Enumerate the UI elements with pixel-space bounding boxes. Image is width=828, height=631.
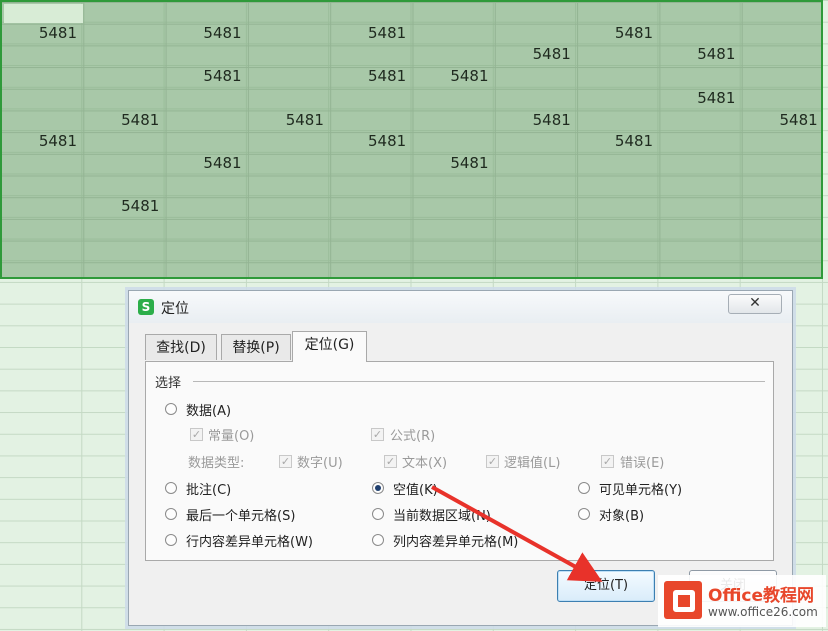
radio-object[interactable] [578,508,590,520]
label-row-diff[interactable]: 行内容差异单元格(W) [186,531,313,550]
radio-row-diff[interactable] [165,534,177,546]
label-comment[interactable]: 批注(C) [186,479,231,498]
radio-col-diff[interactable] [372,534,384,546]
cell-value[interactable]: 5481 [659,88,735,109]
label-formula: 公式(R) [390,429,436,444]
active-cell[interactable] [4,4,83,23]
group-divider [193,381,765,382]
label-number: 数字(U) [297,456,343,471]
goto-panel: 选择 数据(A) ✓ 常量(O) ✓ 公式(R) 数据类型: ✓ 数字(U) ✓… [145,361,774,561]
cell-value[interactable]: 5481 [330,66,406,87]
app-icon: S [138,299,154,315]
cell-value[interactable]: 5481 [248,110,324,131]
selected-range[interactable] [0,0,823,279]
label-constant: 常量(O) [208,429,255,444]
radio-blank[interactable] [372,482,384,494]
close-icon[interactable]: ✕ [728,294,782,314]
cell-value[interactable]: 5481 [83,110,159,131]
label-data-type: 数据类型: [188,456,245,471]
label-visible-cells[interactable]: 可见单元格(Y) [599,479,682,498]
dialog-titlebar[interactable]: S 定位 ✕ [129,291,792,323]
label-blank[interactable]: 空值(K) [393,479,438,498]
cell-value[interactable]: 5481 [413,66,488,87]
cell-value[interactable]: 5481 [1,131,77,152]
cell-value[interactable]: 5481 [495,44,571,65]
checkbox-logical[interactable]: ✓ [486,455,499,468]
watermark-url: www.office26.com [708,605,818,619]
label-logical: 逻辑值(L) [504,456,561,471]
label-current-region[interactable]: 当前数据区域(N) [393,505,491,524]
watermark: Office教程网 www.office26.com [658,575,826,627]
label-text: 文本(X) [402,456,448,471]
radio-current-region[interactable] [372,508,384,520]
label-col-diff[interactable]: 列内容差异单元格(M) [393,531,518,550]
cell-value[interactable]: 5481 [330,23,406,44]
label-object[interactable]: 对象(B) [599,505,644,524]
label-error: 错误(E) [620,456,665,471]
office-logo-icon [664,581,702,619]
cell-value[interactable]: 5481 [83,196,159,217]
tab-replace[interactable]: 替换(P) [221,334,291,360]
cell-value[interactable]: 5481 [413,153,488,174]
radio-last-cell[interactable] [165,508,177,520]
tab-goto[interactable]: 定位(G) [292,331,367,362]
cell-value[interactable]: 5481 [1,23,77,44]
radio-visible-cells[interactable] [578,482,590,494]
cell-value[interactable]: 5481 [166,153,241,174]
cell-value[interactable]: 5481 [495,110,571,131]
checkbox-number[interactable]: ✓ [279,455,292,468]
watermark-title: Office教程网 [708,586,815,606]
tab-find[interactable]: 查找(D) [145,334,217,360]
label-data[interactable]: 数据(A) [186,400,231,419]
radio-data[interactable] [165,403,177,415]
cell-value[interactable]: 5481 [577,131,653,152]
cell-value[interactable]: 5481 [742,110,818,131]
radio-comment[interactable] [165,482,177,494]
cell-value[interactable]: 5481 [166,23,241,44]
cell-value[interactable]: 5481 [166,66,241,87]
locate-button[interactable]: 定位(T) [557,570,655,602]
cell-value[interactable]: 5481 [330,131,406,152]
dialog-title: 定位 [161,301,189,317]
checkbox-formula[interactable]: ✓ [371,428,384,441]
checkbox-constant[interactable]: ✓ [190,428,203,441]
cell-value[interactable]: 5481 [659,44,735,65]
cell-value[interactable]: 5481 [577,23,653,44]
checkbox-error[interactable]: ✓ [601,455,614,468]
group-label: 选择 [155,376,182,391]
checkbox-text[interactable]: ✓ [384,455,397,468]
label-last-cell[interactable]: 最后一个单元格(S) [186,505,295,524]
